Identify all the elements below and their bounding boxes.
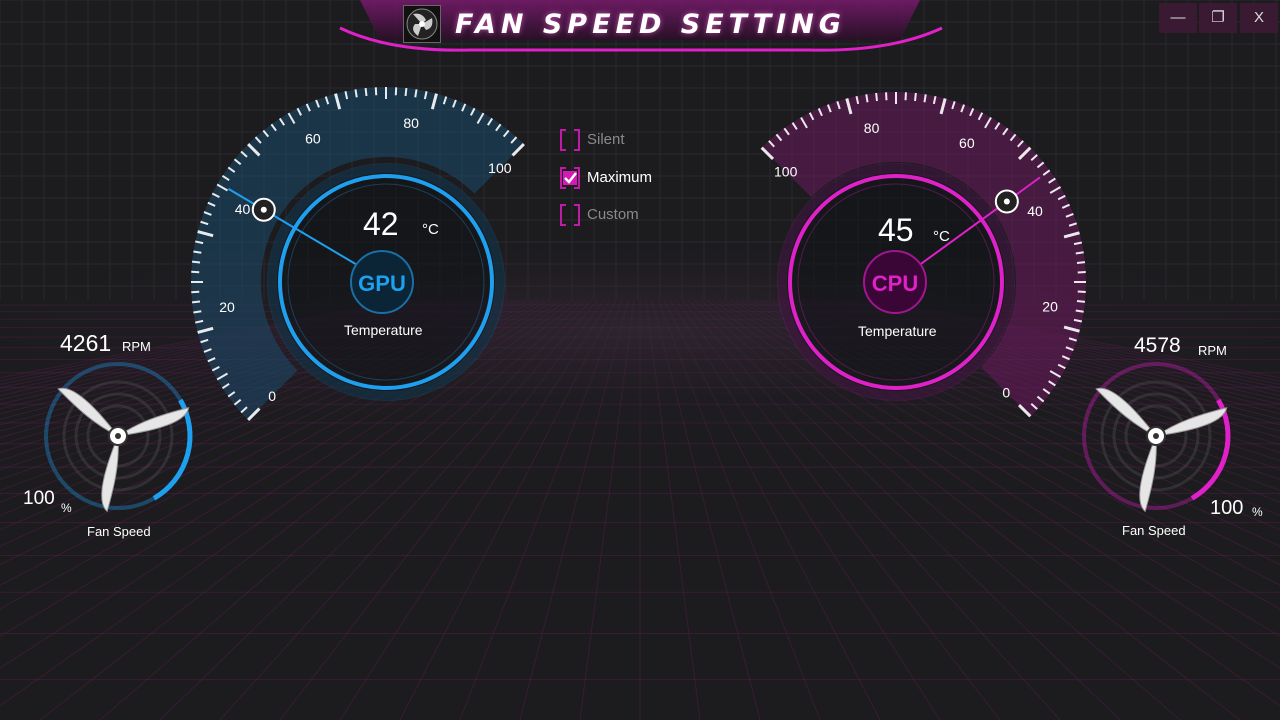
gauge-tick bbox=[923, 94, 927, 103]
window-title: FAN SPEED SETTING bbox=[455, 9, 846, 40]
gauge-tick bbox=[1076, 261, 1086, 264]
gauge-tick-label: 40 bbox=[1027, 203, 1043, 219]
cpu-temperature-label: Temperature bbox=[858, 323, 937, 339]
cpu-fan-dial bbox=[1082, 362, 1231, 513]
gpu-fan-percent: 100 bbox=[23, 488, 55, 509]
title-bar: FAN SPEED SETTING — ❐ X bbox=[0, 0, 1280, 60]
restore-button[interactable]: ❐ bbox=[1199, 3, 1237, 33]
cpu-fan-rpm: 4578 bbox=[1134, 334, 1181, 357]
gauge-tick bbox=[193, 250, 202, 254]
gpu-fan-speed-label: Fan Speed bbox=[87, 524, 151, 539]
gpu-temperature-unit: °C bbox=[422, 221, 439, 238]
gauge-tick-label: 60 bbox=[305, 131, 321, 147]
gauge-tick-label: 20 bbox=[219, 299, 235, 315]
app-fan-icon bbox=[403, 5, 441, 43]
gauge-tick-label: 100 bbox=[488, 160, 512, 176]
gpu-fan-percent-unit: % bbox=[61, 501, 72, 515]
cpu-fan-rpm-unit: RPM bbox=[1198, 343, 1227, 358]
checkbox-checked-icon[interactable] bbox=[560, 167, 580, 189]
gauge-tick-label: 60 bbox=[959, 135, 975, 151]
gpu-fan-rpm-unit: RPM bbox=[122, 339, 151, 354]
gauge-tick-label: 40 bbox=[235, 201, 251, 217]
gauge-tick bbox=[191, 300, 201, 304]
gauge-tick bbox=[354, 89, 358, 98]
gauge-tick bbox=[404, 87, 408, 97]
gauge-tick-label: 80 bbox=[864, 120, 880, 136]
checkbox-empty-icon[interactable] bbox=[560, 129, 580, 151]
gpu-badge: GPU bbox=[350, 250, 414, 314]
gauge-tick bbox=[865, 94, 869, 103]
gauge-tick bbox=[414, 89, 418, 98]
gauge-tick bbox=[1075, 251, 1084, 255]
gauge-tick bbox=[1076, 300, 1086, 303]
gpu-temperature-label: Temperature bbox=[344, 322, 423, 338]
cpu-temperature-value: 45 bbox=[878, 212, 914, 248]
close-button[interactable]: X bbox=[1240, 3, 1278, 33]
gauge-tick-label: 80 bbox=[403, 115, 419, 131]
gauge-tick bbox=[364, 87, 368, 97]
gauge-tick bbox=[193, 310, 202, 314]
cpu-badge: CPU bbox=[863, 250, 927, 314]
gauge-tick-label: 0 bbox=[1002, 384, 1010, 400]
checkbox-empty-icon[interactable] bbox=[560, 204, 580, 226]
minimize-button[interactable]: — bbox=[1159, 3, 1197, 33]
gauge-tick-label: 0 bbox=[268, 388, 276, 404]
gauge-tick bbox=[914, 92, 917, 102]
gpu-temperature-value: 42 bbox=[363, 206, 399, 242]
mode-option-label: Silent bbox=[587, 131, 625, 148]
mode-option-label: Maximum bbox=[587, 169, 653, 186]
cpu-temperature-unit: °C bbox=[933, 228, 950, 245]
gauge-tick bbox=[191, 260, 201, 264]
mode-option-label: Custom bbox=[587, 206, 639, 223]
cpu-fan-speed-label: Fan Speed bbox=[1122, 523, 1186, 538]
gpu-fan-dial bbox=[44, 362, 193, 513]
gauge-tick-label: 100 bbox=[774, 164, 798, 180]
cpu-fan-percent: 100 bbox=[1210, 497, 1244, 519]
gauge-tick bbox=[1075, 309, 1084, 313]
gpu-fan-rpm: 4261 bbox=[60, 330, 112, 356]
gauge-tick-label: 20 bbox=[1042, 298, 1058, 314]
gauge-tick bbox=[875, 92, 878, 102]
cpu-fan-percent-unit: % bbox=[1252, 505, 1263, 519]
